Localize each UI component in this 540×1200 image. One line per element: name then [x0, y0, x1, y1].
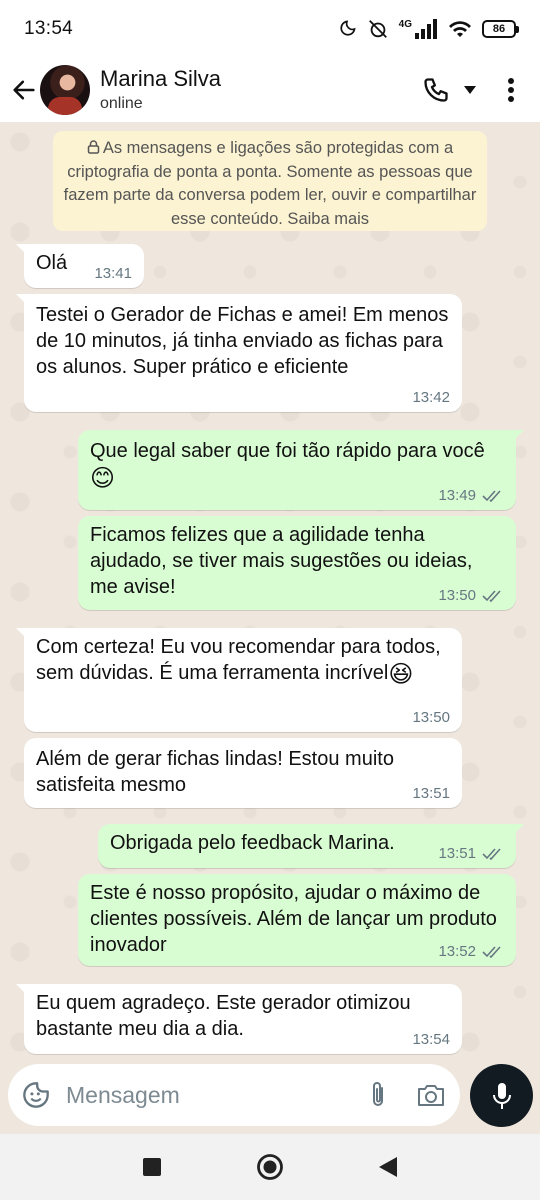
message-bubble[interactable]: Olá 13:41 [16, 244, 144, 288]
battery-icon: 86 [482, 20, 519, 38]
message-bubble[interactable]: Testei o Gerador de Fichas e amei! Em me… [16, 294, 462, 412]
back-button[interactable] [4, 70, 44, 110]
wifi-icon [449, 21, 471, 37]
input-icons [366, 1080, 446, 1110]
contact-status: online [100, 95, 143, 112]
message-text: Que legal saber que foi tão rápido para … [90, 440, 485, 462]
message-meta: 13:51 [438, 846, 504, 862]
message-meta: 13:42 [412, 390, 450, 406]
message-bubble[interactable]: Obrigada pelo feedback Marina. 13:51 [98, 824, 524, 868]
caret-down-icon [464, 86, 476, 94]
header-actions [418, 70, 526, 110]
message-bubble[interactable]: Eu quem agradeço. Este gerador otimizou … [16, 984, 462, 1054]
message-time: 13:49 [438, 487, 476, 504]
microphone-icon [492, 1082, 511, 1109]
message-meta: 13:52 [438, 944, 504, 960]
lock-icon [87, 140, 100, 154]
message-meta: 13:54 [412, 1032, 450, 1048]
contact-info[interactable]: Marina Silva online [100, 65, 221, 115]
message-meta: 13:50 [412, 710, 450, 726]
paperclip-icon [373, 1082, 383, 1106]
message-bubble[interactable]: Este é nosso propósito, ajudar o máximo … [78, 874, 516, 966]
message-time: 13:51 [438, 845, 476, 862]
message-input[interactable]: Mensagem [8, 1064, 460, 1126]
emoji-smiling: 😊 [90, 465, 116, 492]
message-text: Além de gerar fichas lindas! Estou muito… [36, 748, 394, 796]
chat-area[interactable]: As mensagens e ligações são protegidas c… [0, 122, 540, 1056]
attach-button[interactable] [366, 1080, 390, 1110]
square-icon [143, 1158, 161, 1176]
message-text: Com certeza! Eu vou recomendar para todo… [36, 636, 441, 684]
double-check-icon [482, 490, 501, 502]
message-bubble[interactable]: Que legal saber que foi tão rápido para … [78, 430, 524, 510]
message-text: Este é nosso propósito, ajudar o máximo … [90, 882, 497, 956]
menu-button[interactable] [496, 70, 526, 110]
chat-header: Marina Silva online [0, 58, 540, 122]
alarm-off-icon [368, 20, 387, 38]
message-text: Olá [36, 252, 68, 274]
message-time: 13:42 [412, 389, 450, 406]
status-bar: 13:54 4G 86 [0, 0, 540, 58]
arrow-left-icon [13, 80, 35, 100]
double-check-icon [482, 848, 501, 860]
message-bubble[interactable]: Ficamos felizes que a agilidade tenha aj… [78, 516, 516, 610]
more-vertical-icon [508, 78, 514, 102]
contact-name: Marina Silva [100, 66, 222, 91]
home-button[interactable] [211, 1153, 329, 1181]
message-meta: 13:49 [438, 488, 504, 504]
status-time: 13:54 [24, 18, 74, 39]
message-bubble[interactable]: Além de gerar fichas lindas! Estou muito… [24, 738, 462, 808]
message-text: Eu quem agradeço. Este gerador otimizou … [36, 992, 411, 1040]
message-time: 13:52 [438, 943, 476, 960]
call-button[interactable] [418, 70, 454, 110]
moon-icon [340, 20, 356, 36]
message-bubble[interactable]: Com certeza! Eu vou recomendar para todo… [16, 628, 462, 732]
message-meta: 13:50 [438, 588, 504, 604]
encryption-text: As mensagens e ligações são protegidas c… [63, 139, 477, 228]
message-time: 13:51 [412, 785, 450, 802]
message-time: 13:41 [94, 265, 132, 282]
message-time: 13:50 [412, 709, 450, 726]
home-circle-icon [257, 1154, 283, 1180]
message-time: 13:50 [438, 587, 476, 604]
message-meta: 13:41 [94, 266, 132, 282]
encryption-notice[interactable]: As mensagens e ligações são protegidas c… [53, 131, 487, 231]
back-nav-button[interactable] [329, 1155, 447, 1179]
camera-icon [418, 1085, 444, 1106]
mic-button[interactable] [470, 1064, 533, 1127]
sticker-button[interactable] [22, 1081, 50, 1109]
battery-level: 86 [492, 23, 506, 35]
double-check-icon [482, 946, 501, 958]
message-text: Obrigada pelo feedback Marina. [110, 832, 395, 854]
sticker-icon [23, 1082, 49, 1108]
triangle-back-icon [379, 1157, 397, 1177]
signal-icon [415, 19, 437, 39]
message-text: Testei o Gerador de Fichas e amei! Em me… [36, 304, 449, 378]
emoji-laughing: 😆 [388, 661, 414, 688]
recents-button[interactable] [93, 1157, 211, 1177]
input-bar: Mensagem [0, 1056, 540, 1134]
phone-icon [424, 78, 448, 102]
status-icons: 4G 86 [337, 18, 519, 40]
double-check-icon [482, 590, 501, 602]
call-options-button[interactable] [460, 70, 480, 110]
message-placeholder: Mensagem [66, 1081, 180, 1108]
message-text: Ficamos felizes que a agilidade tenha aj… [90, 524, 473, 598]
navigation-bar [0, 1134, 540, 1200]
message-time: 13:54 [412, 1031, 450, 1048]
avatar[interactable] [40, 65, 90, 115]
network-label: 4G [398, 18, 412, 30]
message-meta: 13:51 [412, 786, 450, 802]
camera-button[interactable] [416, 1082, 446, 1108]
